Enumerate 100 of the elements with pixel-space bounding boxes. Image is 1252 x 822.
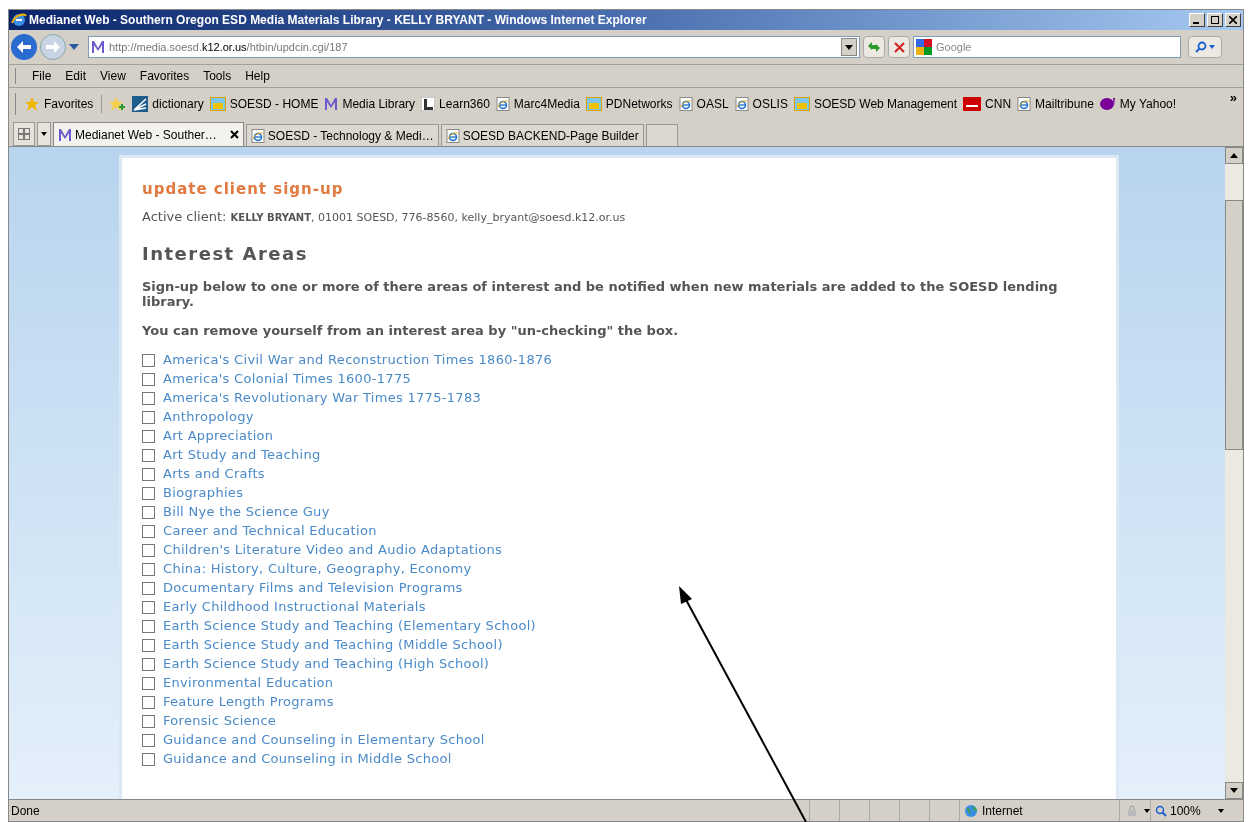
maximize-button[interactable]: [1207, 13, 1223, 27]
checkbox[interactable]: [142, 543, 155, 557]
favorites-link[interactable]: SOESD Web Management: [793, 95, 958, 113]
checkbox[interactable]: [142, 562, 155, 576]
browser-tab[interactable]: Medianet Web - Souther…: [53, 122, 244, 146]
checkbox[interactable]: [142, 638, 155, 652]
checkbox[interactable]: [142, 581, 155, 595]
search-icon: [1195, 41, 1207, 53]
interest-link[interactable]: America's Civil War and Reconstruction Times 1860-1876: [163, 350, 553, 370]
scroll-thumb[interactable]: [1225, 200, 1243, 450]
interest-link[interactable]: Earth Science Study and Teaching (High School): [163, 654, 490, 674]
checkbox[interactable]: [142, 505, 155, 519]
interest-link[interactable]: Art Appreciation: [163, 426, 274, 446]
browser-tab[interactable]: SOESD - Technology & Medi…: [245, 124, 439, 146]
caret-icon: [845, 44, 853, 50]
interest-link[interactable]: Documentary Films and Television Programs: [163, 578, 463, 598]
menu-item[interactable]: View: [94, 67, 132, 85]
refresh-button[interactable]: [863, 36, 885, 58]
interest-link[interactable]: Guidance and Counseling in Middle School: [163, 749, 452, 769]
favorites-link[interactable]: My Yahoo!: [1099, 95, 1177, 113]
checkbox[interactable]: [142, 410, 155, 424]
site-icon: [585, 97, 602, 111]
forward-button[interactable]: [40, 34, 66, 60]
interest-link[interactable]: America's Colonial Times 1600-1775: [163, 369, 412, 389]
interest-link[interactable]: Career and Technical Education: [163, 521, 377, 541]
checkbox[interactable]: [142, 676, 155, 690]
search-button[interactable]: [1188, 36, 1222, 58]
back-button[interactable]: [11, 34, 37, 60]
search-input[interactable]: Google: [936, 38, 1178, 56]
interest-link[interactable]: Biographies: [163, 483, 244, 503]
tab-list-button[interactable]: [37, 122, 51, 146]
interest-link[interactable]: Environmental Education: [163, 673, 334, 693]
checkbox[interactable]: [142, 524, 155, 538]
favorites-link[interactable]: Learn360: [421, 95, 490, 113]
down-triangle-icon: [1230, 788, 1238, 793]
interest-link[interactable]: Children's Literature Video and Audio Adaptations: [163, 540, 503, 560]
interest-link[interactable]: Earth Science Study and Teaching (Elementary School): [163, 616, 536, 636]
checkbox[interactable]: [142, 448, 155, 462]
favorites-link[interactable]: Marc4Media: [495, 95, 580, 113]
interest-link[interactable]: Early Childhood Instructional Materials: [163, 597, 426, 617]
menu-item[interactable]: Edit: [59, 67, 93, 85]
checkbox[interactable]: [142, 600, 155, 614]
checkbox[interactable]: [142, 486, 155, 500]
scroll-down-button[interactable]: [1225, 782, 1243, 799]
favorites-link[interactable]: CNN: [963, 95, 1012, 113]
dropdown-button[interactable]: [841, 38, 857, 56]
interest-link[interactable]: Guidance and Counseling in Elementary School: [163, 730, 485, 750]
logo-icon: [963, 97, 982, 111]
favorites-link[interactable]: Media Library: [324, 95, 416, 113]
book-rays-icon: [132, 96, 149, 112]
checkbox[interactable]: [142, 733, 155, 747]
scroll-up-button[interactable]: [1225, 147, 1243, 164]
browser-tab[interactable]: SOESD BACKEND-Page Builder: [440, 124, 644, 146]
search-field[interactable]: Google: [913, 36, 1181, 58]
checkbox[interactable]: [142, 391, 155, 405]
instruction-text: You can remove yourself from an interest area by "un-checking" the box.: [142, 322, 680, 340]
zoom-button[interactable]: 100%: [1150, 800, 1224, 821]
checkbox[interactable]: [142, 372, 155, 386]
checkbox[interactable]: [142, 467, 155, 481]
url-text: http://media.soesd.k12.or.us/htbin/updcin.cgi/187: [109, 39, 348, 55]
menu-item[interactable]: Tools: [197, 67, 238, 85]
interest-link[interactable]: Arts and Crafts: [163, 464, 265, 484]
favorites-link[interactable]: Mailtribune: [1017, 95, 1094, 113]
interest-link[interactable]: Art Study and Teaching: [163, 445, 321, 465]
interest-link[interactable]: Earth Science Study and Teaching (Middle School): [163, 635, 503, 655]
menu-item[interactable]: File: [26, 67, 58, 85]
favorites-link[interactable]: OASL: [678, 95, 729, 113]
minimize-button[interactable]: [1189, 13, 1205, 27]
stop-button[interactable]: [888, 36, 910, 58]
interest-link[interactable]: Bill Nye the Science Guy: [163, 502, 330, 522]
favorites-link[interactable]: PDNetworks: [585, 95, 673, 113]
intro-text: Sign-up below to one or more of there areas of interest and be notified when new materials are added to the SOESD lending library.: [142, 279, 1059, 309]
checkbox[interactable]: [142, 429, 155, 443]
checkbox[interactable]: [142, 714, 155, 728]
checkbox[interactable]: [142, 752, 155, 766]
interest-link[interactable]: Anthropology: [163, 407, 254, 427]
window-title: Medianet Web - Southern Oregon ESD Media Materials Library - KELLY BRYANT - Windows Internet Explorer: [29, 12, 647, 29]
menu-item[interactable]: Favorites: [133, 67, 196, 85]
caret-icon: [41, 132, 47, 136]
page-e-icon: [1017, 97, 1032, 111]
favorites-link[interactable]: SOESD - HOME: [209, 95, 319, 113]
favorites-button[interactable]: Favorites: [24, 95, 103, 113]
checkbox[interactable]: [142, 353, 155, 367]
address-field[interactable]: http://media.soesd.k12.or.us/htbin/updcin.cgi/187: [88, 36, 860, 58]
site-icon: [209, 97, 226, 111]
checkbox[interactable]: [142, 695, 155, 709]
favorites-link[interactable]: dictionary: [132, 95, 204, 113]
checkbox[interactable]: [142, 657, 155, 671]
interest-link[interactable]: China: History, Culture, Geography, Economy: [163, 559, 472, 579]
close-button[interactable]: [1225, 13, 1241, 27]
interest-link[interactable]: Forensic Science: [163, 711, 277, 731]
interest-link[interactable]: Feature Length Programs: [163, 692, 334, 712]
checkbox[interactable]: [142, 619, 155, 633]
close-icon: [893, 41, 905, 53]
menu-item[interactable]: Help: [239, 67, 276, 85]
grid-icon: [18, 128, 30, 140]
more-button[interactable]: »: [1229, 88, 1237, 108]
favorites-link[interactable]: OSLIS: [734, 95, 788, 113]
interest-link[interactable]: America's Revolutionary War Times 1775-1783: [163, 388, 482, 408]
page-e-icon: [445, 128, 460, 143]
